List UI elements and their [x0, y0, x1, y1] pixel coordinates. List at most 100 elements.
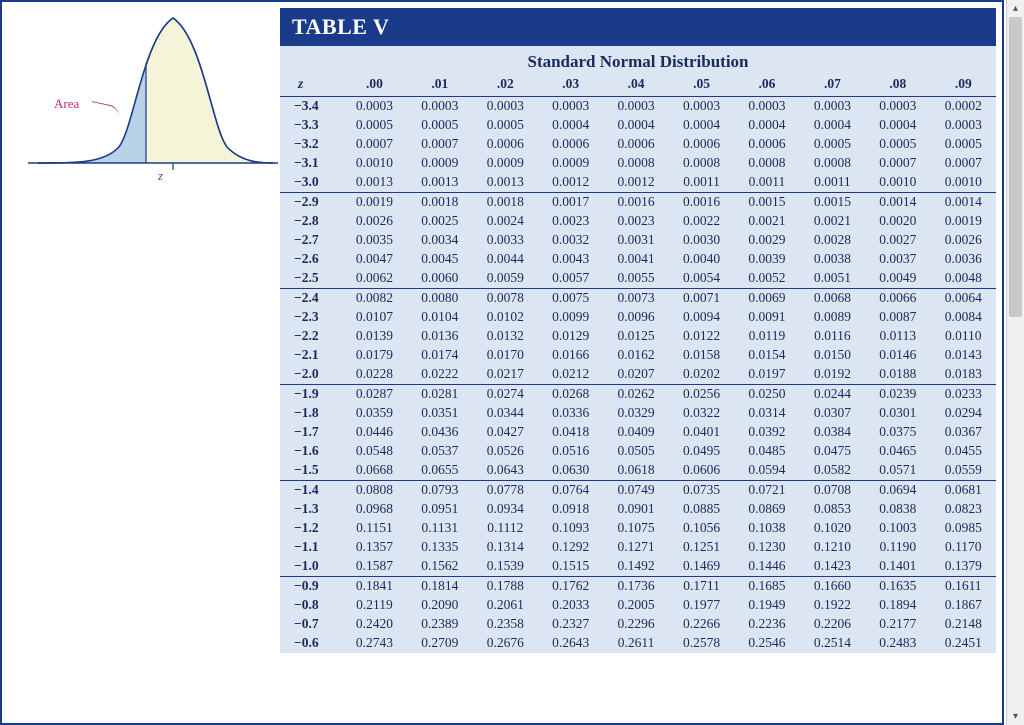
value-cell: 0.0024 [473, 212, 538, 231]
value-cell: 0.0823 [931, 500, 996, 519]
z-cell: −1.3 [280, 500, 342, 519]
table-row: −1.00.15870.15620.15390.15150.14920.1469… [280, 557, 996, 577]
value-cell: 0.1977 [669, 596, 734, 615]
value-cell: 0.0174 [407, 346, 472, 365]
value-cell: 0.0031 [603, 231, 668, 250]
value-cell: 0.0003 [865, 96, 930, 116]
value-cell: 0.0207 [603, 365, 668, 385]
content-viewport: Area z TABLE V Standard Normal Distribut… [0, 0, 1004, 725]
value-cell: 0.0618 [603, 461, 668, 481]
value-cell: 0.0044 [473, 250, 538, 269]
value-cell: 0.0808 [342, 480, 407, 500]
value-cell: 0.0113 [865, 327, 930, 346]
value-cell: 0.0066 [865, 288, 930, 308]
value-cell: 0.1814 [407, 576, 472, 596]
value-cell: 0.0043 [538, 250, 603, 269]
value-cell: 0.0039 [734, 250, 799, 269]
value-cell: 0.0069 [734, 288, 799, 308]
value-cell: 0.0060 [407, 269, 472, 289]
value-cell: 0.0002 [931, 96, 996, 116]
value-cell: 0.1357 [342, 538, 407, 557]
value-cell: 0.0170 [473, 346, 538, 365]
z-cell: −0.8 [280, 596, 342, 615]
value-cell: 0.0329 [603, 404, 668, 423]
value-cell: 0.2119 [342, 596, 407, 615]
value-cell: 0.0918 [538, 500, 603, 519]
value-cell: 0.1587 [342, 557, 407, 577]
value-cell: 0.0853 [800, 500, 865, 519]
scroll-thumb[interactable] [1009, 17, 1022, 317]
value-cell: 0.0012 [603, 173, 668, 193]
value-cell: 0.0045 [407, 250, 472, 269]
value-cell: 0.0418 [538, 423, 603, 442]
value-cell: 0.0007 [931, 154, 996, 173]
value-cell: 0.0003 [734, 96, 799, 116]
value-cell: 0.0017 [538, 192, 603, 212]
value-cell: 0.0048 [931, 269, 996, 289]
value-cell: 0.0735 [669, 480, 734, 500]
value-cell: 0.0197 [734, 365, 799, 385]
z-cell: −1.6 [280, 442, 342, 461]
col-header: .08 [865, 74, 930, 96]
value-cell: 0.0359 [342, 404, 407, 423]
value-cell: 0.1131 [407, 519, 472, 538]
scroll-down-button[interactable]: ▾ [1007, 708, 1024, 725]
value-cell: 0.0014 [865, 192, 930, 212]
z-cell: −3.2 [280, 135, 342, 154]
value-cell: 0.2090 [407, 596, 472, 615]
value-cell: 0.0262 [603, 384, 668, 404]
value-cell: 0.0119 [734, 327, 799, 346]
value-cell: 0.0901 [603, 500, 668, 519]
value-cell: 0.1230 [734, 538, 799, 557]
value-cell: 0.0007 [865, 154, 930, 173]
z-cell: −2.8 [280, 212, 342, 231]
col-header: .05 [669, 74, 734, 96]
scroll-up-button[interactable]: ▴ [1007, 0, 1024, 17]
table-row: −2.80.00260.00250.00240.00230.00230.0022… [280, 212, 996, 231]
z-cell: −1.2 [280, 519, 342, 538]
value-cell: 0.1446 [734, 557, 799, 577]
value-cell: 0.1423 [800, 557, 865, 577]
value-cell: 0.0033 [473, 231, 538, 250]
value-cell: 0.0005 [931, 135, 996, 154]
value-cell: 0.0018 [407, 192, 472, 212]
value-cell: 0.2578 [669, 634, 734, 653]
value-cell: 0.0375 [865, 423, 930, 442]
value-cell: 0.0009 [538, 154, 603, 173]
value-cell: 0.0409 [603, 423, 668, 442]
col-header-z: z [280, 74, 342, 96]
table-row: −2.10.01790.01740.01700.01660.01620.0158… [280, 346, 996, 365]
value-cell: 0.0019 [342, 192, 407, 212]
col-header: .06 [734, 74, 799, 96]
value-cell: 0.0005 [800, 135, 865, 154]
value-cell: 0.1736 [603, 576, 668, 596]
value-cell: 0.2327 [538, 615, 603, 634]
value-cell: 0.0015 [800, 192, 865, 212]
value-cell: 0.0003 [473, 96, 538, 116]
value-cell: 0.2389 [407, 615, 472, 634]
value-cell: 0.0013 [407, 173, 472, 193]
value-cell: 0.0013 [342, 173, 407, 193]
value-cell: 0.0110 [931, 327, 996, 346]
vertical-scrollbar[interactable]: ▴ ▾ [1006, 0, 1024, 725]
value-cell: 0.1056 [669, 519, 734, 538]
col-header: .00 [342, 74, 407, 96]
value-cell: 0.1112 [473, 519, 538, 538]
value-cell: 0.0143 [931, 346, 996, 365]
value-cell: 0.0064 [931, 288, 996, 308]
value-cell: 0.0934 [473, 500, 538, 519]
table-row: −1.40.08080.07930.07780.07640.07490.0735… [280, 480, 996, 500]
value-cell: 0.1492 [603, 557, 668, 577]
col-header: .04 [603, 74, 668, 96]
z-cell: −2.6 [280, 250, 342, 269]
value-cell: 0.0116 [800, 327, 865, 346]
value-cell: 0.0051 [800, 269, 865, 289]
value-cell: 0.0630 [538, 461, 603, 481]
value-cell: 0.0038 [800, 250, 865, 269]
value-cell: 0.2177 [865, 615, 930, 634]
value-cell: 0.0075 [538, 288, 603, 308]
value-cell: 0.2266 [669, 615, 734, 634]
value-cell: 0.1292 [538, 538, 603, 557]
value-cell: 0.0023 [538, 212, 603, 231]
value-cell: 0.0228 [342, 365, 407, 385]
